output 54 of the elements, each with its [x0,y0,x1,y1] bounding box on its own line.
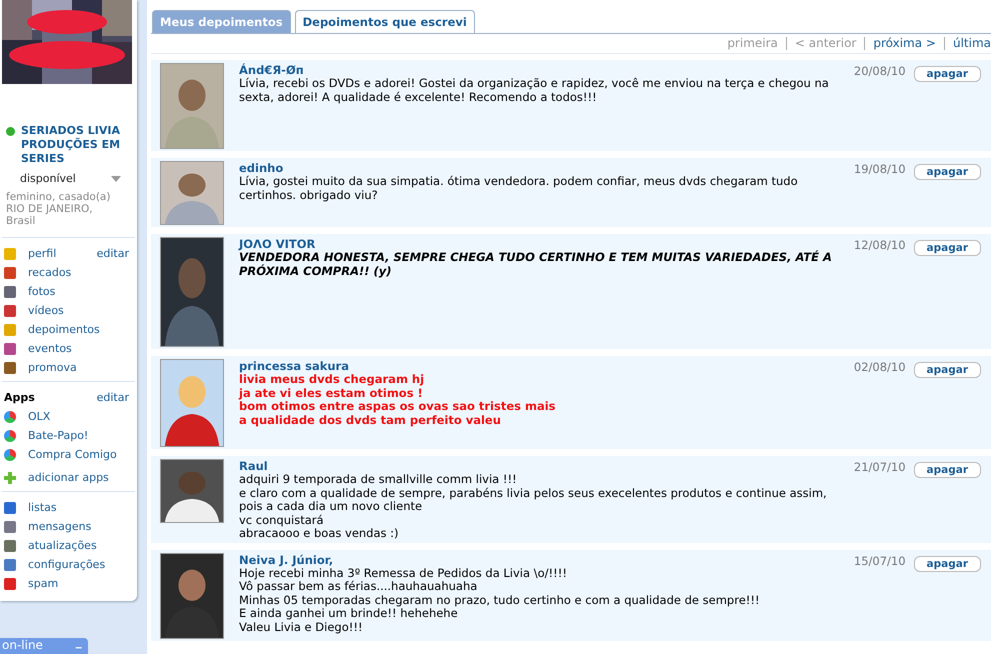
nav-link[interactable]: depoimentos [28,323,100,336]
delete-button[interactable]: apagar [914,164,981,180]
date: 21/07/10 [854,459,906,474]
app-link[interactable]: Compra Comigo [28,448,117,461]
nav-link[interactable]: perfil [28,247,56,260]
nav-link[interactable]: promova [28,361,77,374]
pagination-link[interactable]: próxima > [864,37,944,50]
nav-link[interactable]: fotos [28,285,56,298]
pagination-link[interactable]: última [944,37,991,50]
nav-link[interactable]: atualizações [28,539,97,552]
author-link[interactable]: Raul [239,459,268,473]
author-link[interactable]: JOΛO VITOR [239,237,316,251]
app-icon [4,448,16,460]
app-link[interactable]: OLX [28,410,50,423]
date: 19/08/10 [854,161,906,176]
app-icon [4,430,16,442]
profile-name[interactable]: SERIADOS LIVIA PRODUÇÕES EM SERIES [21,124,133,166]
author-link[interactable]: princessa sakura [239,359,349,373]
chat-label: on-line [2,638,43,654]
testimonial-text: Hoje recebi minha 3º Remessa de Pedidos da Livia \o/!!!! Vô passar bem as férias....hauhauahuaha Minhas 05 temporadas chegaram no prazo, tudo certinho e com a qualidade de sempre!!! E ainda ganhei um brinde!! hehehehe Valeu Livia e Diego!!! [239,566,761,634]
nav-link[interactable]: spam [28,577,58,590]
delete-button[interactable]: apagar [914,556,981,572]
section-title: Apps [4,391,35,404]
caret-icon [111,176,121,182]
testimonial-text: livia meus dvds chegaram hj ja ate vi eles estam otimos ! bom otimos entre aspas os ovas sao tristes mais a qualidade dos dvds tam perfeito valeu [239,373,556,427]
testimonial-text: Lívia, gostei muito da sua simpatia. ótima vendedora. podem confiar, meus dvds chegaram tudo certinhos. obrigado viu? [239,175,799,202]
date: 20/08/10 [854,63,906,78]
tab[interactable]: Depoimentos que escrevi [294,10,475,33]
nav-link[interactable]: configurações [28,558,106,571]
nav-link[interactable]: recados [28,266,72,279]
author-link[interactable]: edinho [239,161,284,175]
app-icon [4,410,16,422]
nav-link[interactable]: vídeos [28,304,64,317]
nav-link[interactable]: mensagens [28,520,92,533]
edit-link[interactable]: editar [96,247,129,260]
edit-link[interactable]: editar [96,391,129,404]
nav-link[interactable]: eventos [28,342,72,355]
author-link[interactable]: Ánd€Я-Øп [239,63,304,77]
status-select[interactable]: disponível [6,166,133,191]
date: 02/08/10 [854,359,906,374]
testimonial-text: Lívia, recebi os DVDs e adorei! Gostei da organização e rapidez, você me enviou na terça e chegou na sexta, adorei! A qualidade é excelente! Recomendo a todos!!! [239,77,830,104]
app-link[interactable]: adicionar apps [28,471,109,484]
delete-button[interactable]: apagar [914,362,981,378]
testimonial-text: adquiri 9 temporada de smallville comm livia !!! e claro com a qualidade de sempre, parabéns livia pelos seus execelentes produtos e continue assim, pois a cada dia um novo cliente vc conquistará abracaooo e boas vendas :) [239,473,828,540]
testimonial-text: VENDEDORA HONESTA, SEMPRE CHEGA TUDO CERTINHO E TEM MUITAS VARIEDADES, ATÉ A PRÓXIMA COMPRA!! (y) [239,251,833,278]
delete-button[interactable]: apagar [914,462,981,478]
app-link[interactable]: Bate-Papo! [28,429,88,442]
date: 15/07/10 [854,552,906,568]
delete-button[interactable]: apagar [914,66,981,82]
date: 12/08/10 [854,237,906,252]
delete-button[interactable]: apagar [914,240,981,256]
profile-info: feminino, casado(a) RIO DE JANEIRO, Brasil [6,191,112,227]
nav-link[interactable]: listas [28,501,57,514]
author-link[interactable]: Neiva J. Júnior, [239,552,334,566]
